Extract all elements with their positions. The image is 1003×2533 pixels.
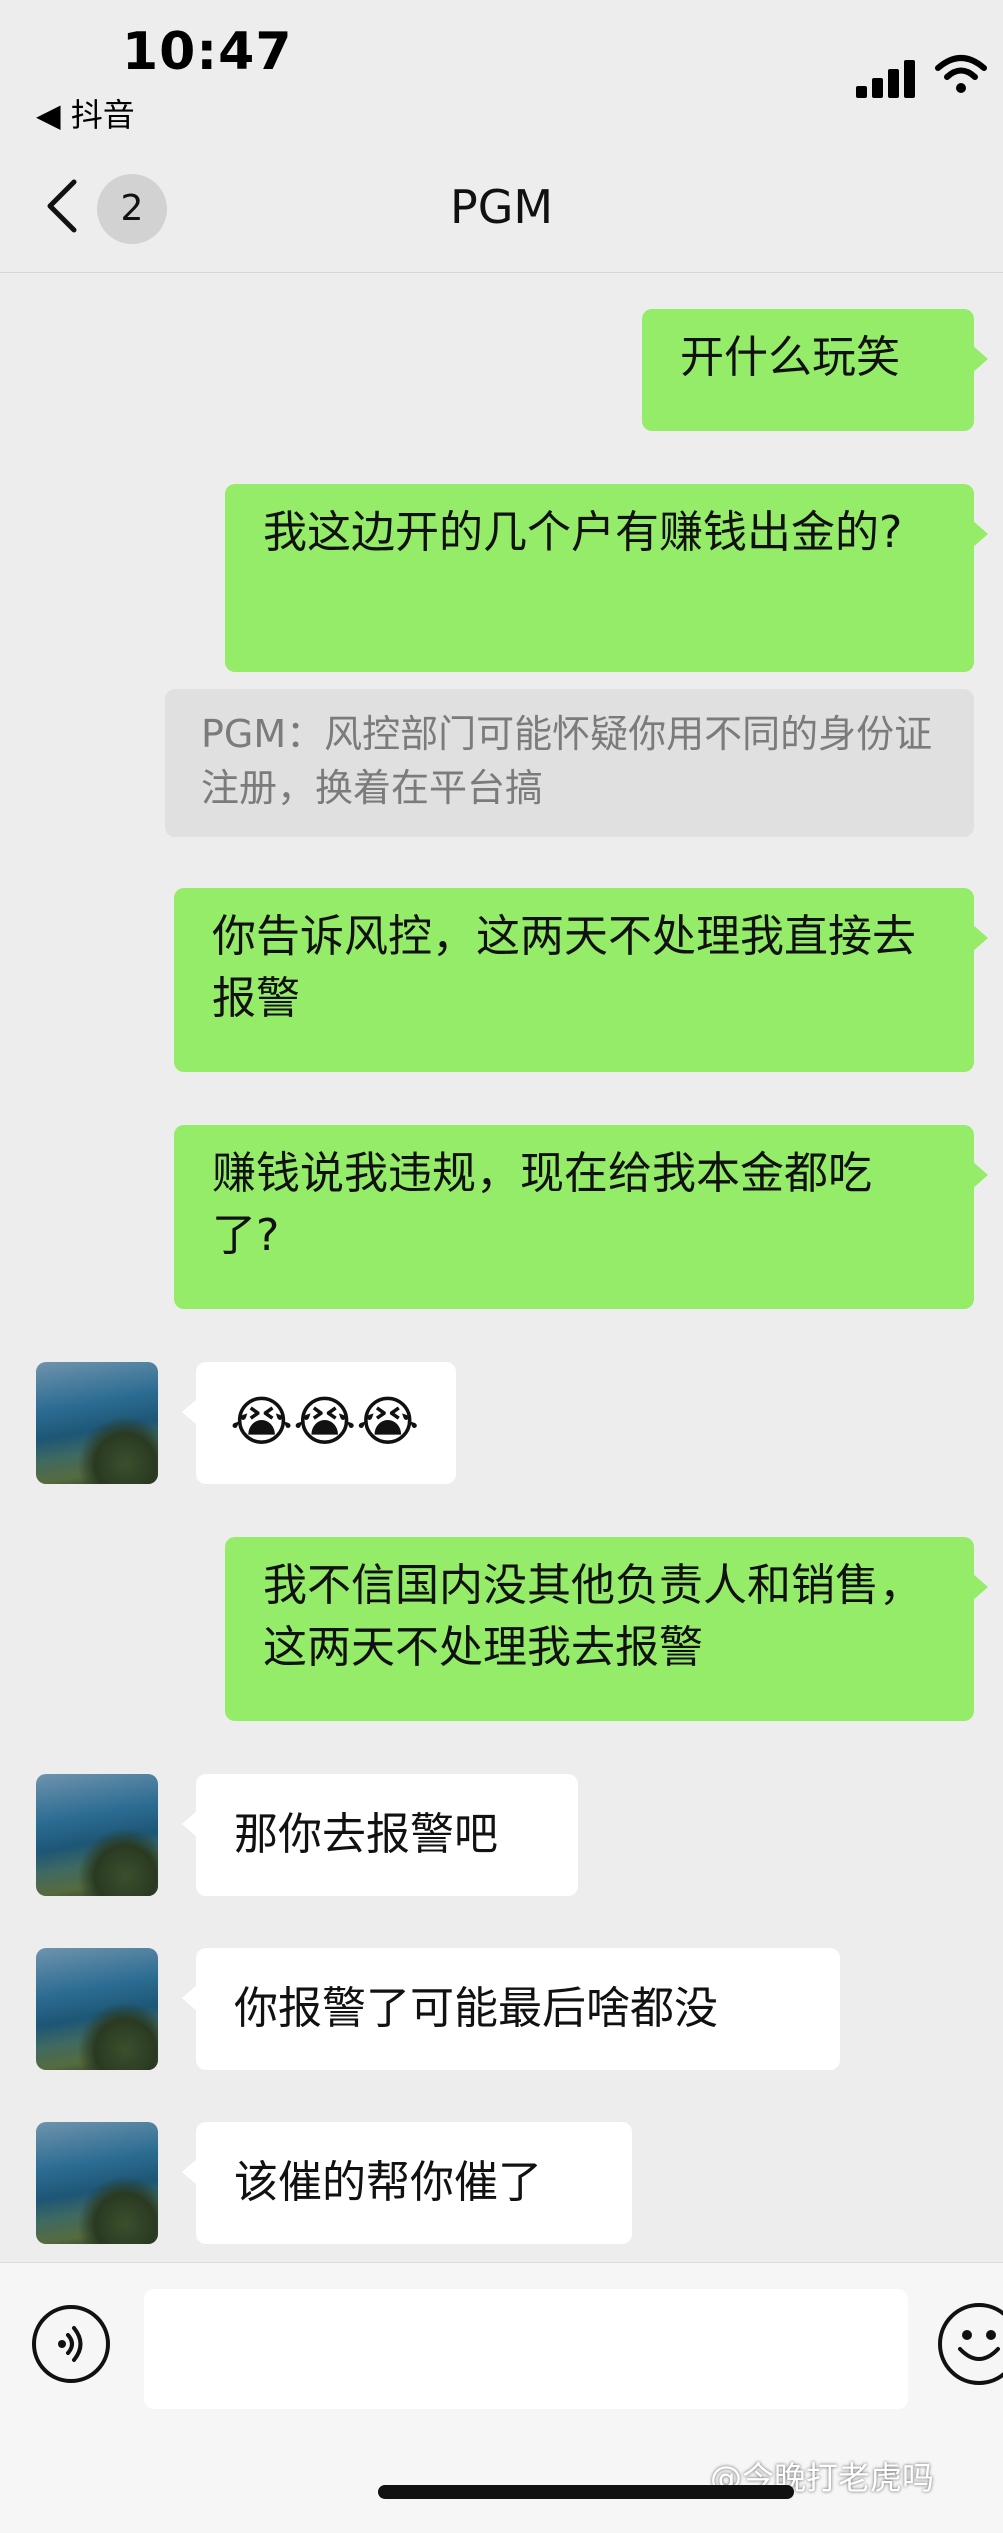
back-to-app-link[interactable]: ◀ 抖音 [36, 90, 135, 136]
message-bubble-outgoing[interactable]: 我这边开的几个户有赚钱出金的? [225, 484, 988, 672]
message-bubble-incoming[interactable]: 那你去报警吧 [182, 1774, 578, 1896]
status-bar: 10:47 ◀ 抖音 [0, 0, 1003, 140]
contact-avatar[interactable] [36, 2122, 158, 2244]
signal-icon [856, 58, 916, 98]
message-bubble-outgoing[interactable]: 你告诉风控，这两天不处理我直接去报警 [174, 888, 988, 1072]
contact-avatar[interactable] [36, 1948, 158, 2070]
chat-title: PGM [449, 180, 554, 234]
message-bubble-incoming[interactable]: 该催的帮你催了 [182, 2122, 632, 2244]
message-bubble-incoming[interactable]: 😭😭😭 [182, 1362, 456, 1484]
message-bubble-outgoing[interactable]: 我不信国内没其他负责人和销售，这两天不处理我去报警 [225, 1537, 988, 1721]
quoted-message[interactable]: PGM：风控部门可能怀疑你用不同的身份证注册，换着在平台搞 [165, 689, 974, 837]
chat-header: 2 PGM [0, 140, 1003, 273]
voice-icon[interactable] [32, 2305, 110, 2383]
message-bubble-incoming[interactable]: 你报警了可能最后啥都没 [182, 1948, 840, 2070]
home-indicator[interactable] [378, 2485, 794, 2499]
emoji-icon[interactable] [938, 2303, 1003, 2385]
message-input[interactable] [144, 2289, 908, 2409]
message-bubble-outgoing[interactable]: 赚钱说我违规，现在给我本金都吃了? [174, 1125, 988, 1309]
message-bubble-outgoing[interactable]: 开什么玩笑 [642, 309, 988, 431]
message-input-bar: @今晚打老虎吗 [0, 2262, 1003, 2533]
wifi-icon [935, 55, 987, 93]
status-time: 10:47 [122, 22, 293, 82]
contact-avatar[interactable] [36, 1774, 158, 1896]
contact-avatar[interactable] [36, 1362, 158, 1484]
